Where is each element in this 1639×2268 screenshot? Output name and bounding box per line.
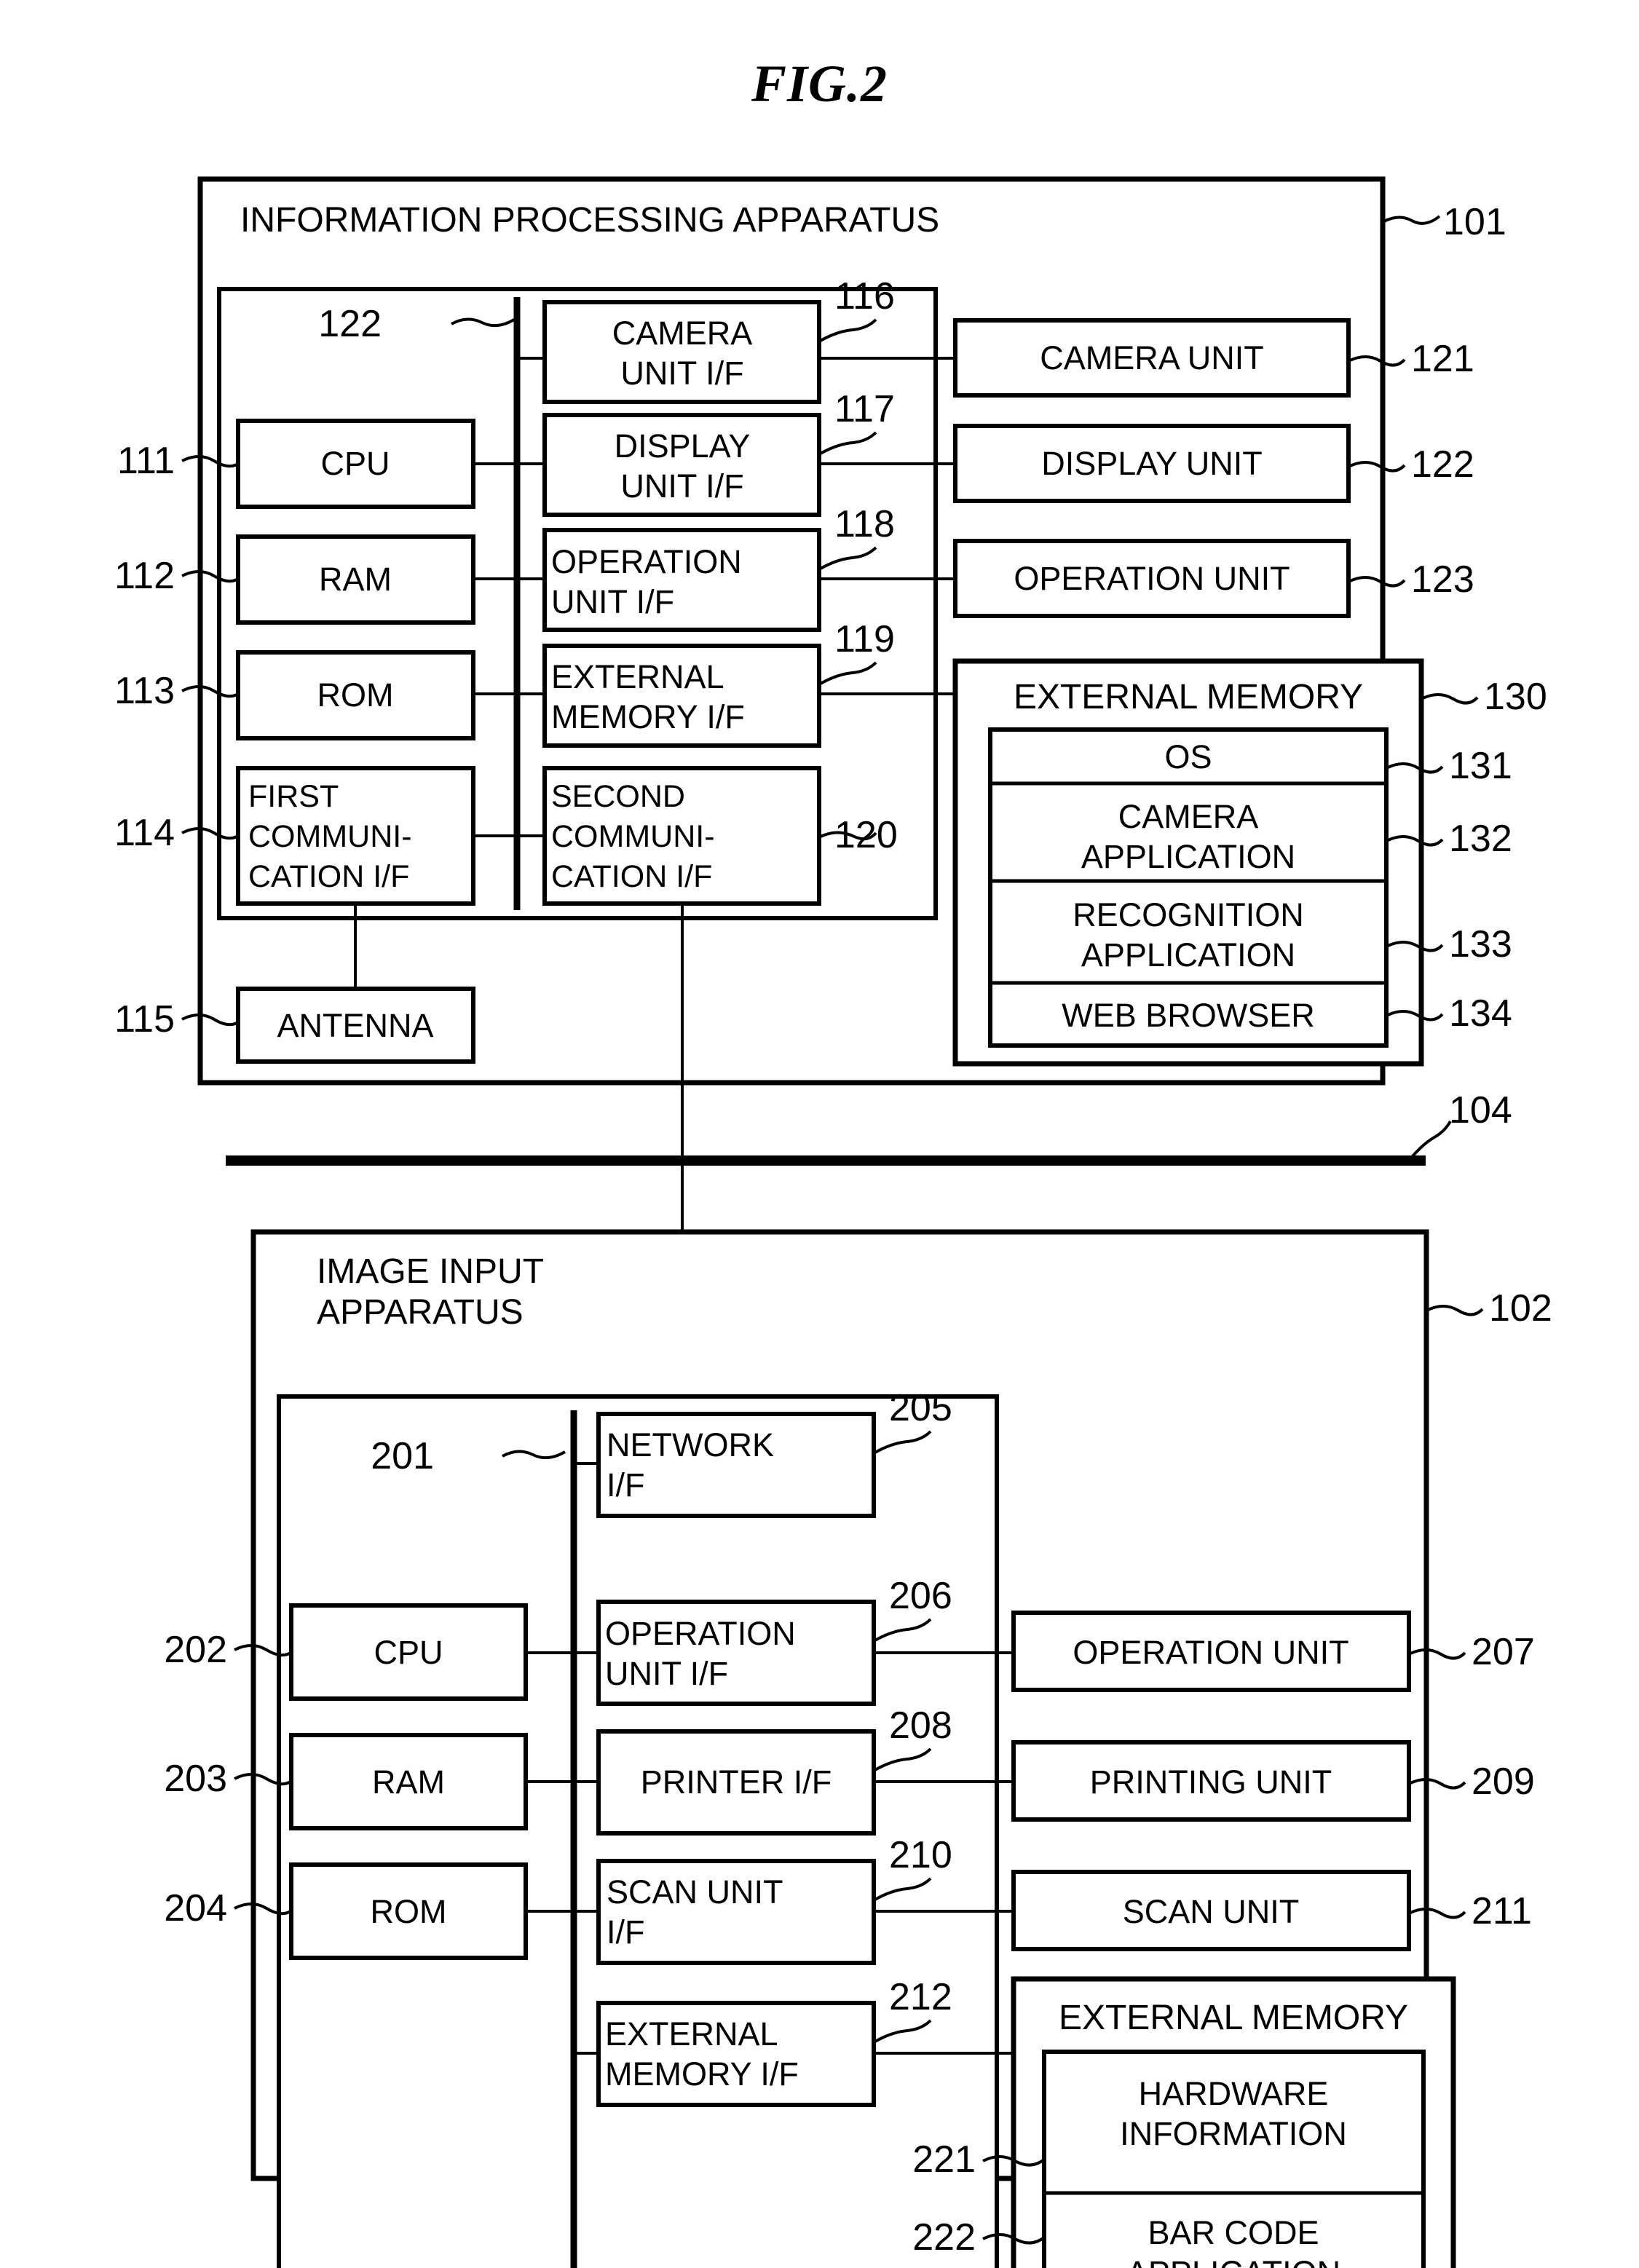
ref-leader-101 <box>1382 215 1441 225</box>
ref-label-210: 210 <box>889 1834 952 1876</box>
network-if-label-line2: I/F <box>607 1466 645 1504</box>
rom-label-204: ROM <box>371 1893 447 1930</box>
hardware-information-label-line2: INFORMATION <box>1120 2115 1347 2152</box>
ref-label-114: 114 <box>114 812 175 854</box>
operation-unit-label-123: OPERATION UNIT <box>1014 560 1290 597</box>
hardware-information-label-line1: HARDWARE <box>1139 2075 1329 2112</box>
camera-application-label-line2: APPLICATION <box>1081 838 1295 875</box>
ref-label-115: 115 <box>114 998 175 1040</box>
block-diagram: INFORMATION PROCESSING APPARATUS 101 122… <box>114 176 1552 2268</box>
web-browser-label-134: WEB BROWSER <box>1062 997 1315 1034</box>
ref-label-111: 111 <box>117 440 175 482</box>
printer-if-label-208: PRINTER I/F <box>641 1763 832 1801</box>
external-memory-if-label-line1-212: EXTERNAL <box>605 2015 778 2052</box>
camera-unit-if-label-line1: CAMERA <box>612 315 753 352</box>
rom-label-113: ROM <box>317 676 394 714</box>
antenna-label-115: ANTENNA <box>277 1007 433 1044</box>
first-communication-if-label-line1: FIRST <box>248 779 339 814</box>
os-label-131: OS <box>1164 738 1212 775</box>
information-processing-apparatus-title: INFORMATION PROCESSING APPARATUS <box>240 201 939 240</box>
image-input-apparatus-title-line1: IMAGE INPUT <box>317 1252 544 1291</box>
ref-label-204: 204 <box>164 1887 227 1929</box>
ref-label-221: 221 <box>912 2138 976 2181</box>
camera-unit-label-121: CAMERA UNIT <box>1040 339 1264 376</box>
operation-unit-if-label-line2: UNIT I/F <box>551 583 674 620</box>
ref-label-222: 222 <box>912 2216 976 2259</box>
second-communication-if-label-line3: CATION I/F <box>551 859 712 894</box>
operation-unit-if-label-line2-206: UNIT I/F <box>605 1655 728 1692</box>
display-unit-if-label-line2: UNIT I/F <box>620 467 743 505</box>
ref-label-102: 102 <box>1489 1287 1552 1329</box>
ref-leader-104 <box>1411 1120 1452 1158</box>
ref-label-131: 131 <box>1449 745 1512 787</box>
external-memory-if-label-line2-212: MEMORY I/F <box>605 2055 799 2093</box>
display-unit-label-122: DISPLAY UNIT <box>1041 445 1262 482</box>
ref-label-209: 209 <box>1472 1761 1535 1803</box>
ref-label-122-unit: 122 <box>1411 443 1474 486</box>
scan-unit-if-label-line1: SCAN UNIT <box>607 1873 783 1911</box>
ref-label-117: 117 <box>834 388 895 430</box>
cpu-label-111: CPU <box>320 445 390 482</box>
ref-leader-130 <box>1421 693 1479 705</box>
ref-label-133: 133 <box>1449 923 1512 965</box>
recognition-application-label-line1: RECOGNITION <box>1073 896 1304 933</box>
scan-unit-if-label-line2: I/F <box>607 1913 645 1951</box>
scan-unit-label-211: SCAN UNIT <box>1123 1893 1300 1930</box>
second-communication-if-label-line1: SECOND <box>551 779 685 814</box>
ref-label-207: 207 <box>1472 1631 1535 1673</box>
bar-code-application-label-line2: APPLICATION <box>1126 2254 1340 2268</box>
ref-label-119: 119 <box>834 618 895 660</box>
image-input-apparatus-title-line2: APPARATUS <box>317 1293 524 1332</box>
ref-label-bottom-bus: 201 <box>371 1435 434 1477</box>
external-memory-if-label-line2: MEMORY I/F <box>551 698 745 735</box>
operation-unit-if-label-line1: OPERATION <box>551 543 742 580</box>
camera-unit-if-label-line2: UNIT I/F <box>620 355 743 392</box>
ref-label-130: 130 <box>1484 676 1547 718</box>
ref-label-112: 112 <box>114 555 175 597</box>
ref-label-202: 202 <box>164 1629 227 1671</box>
ref-label-212: 212 <box>889 1976 952 2018</box>
external-memory-if-label-line1: EXTERNAL <box>551 658 724 695</box>
recognition-application-label-line2: APPLICATION <box>1081 936 1295 973</box>
display-unit-if-label-line1: DISPLAY <box>615 427 751 465</box>
ref-leader-102 <box>1426 1305 1484 1316</box>
operation-unit-if-label-line1-206: OPERATION <box>605 1615 796 1652</box>
ref-label-205: 205 <box>889 1387 952 1429</box>
external-memory-title-220: EXTERNAL MEMORY <box>1059 1999 1408 2037</box>
ref-label-116: 116 <box>834 275 895 317</box>
ram-label-203: RAM <box>372 1763 445 1801</box>
first-communication-if-label-line2: COMMUNI- <box>248 819 412 854</box>
ref-label-203: 203 <box>164 1758 227 1800</box>
ref-label-104: 104 <box>1449 1089 1512 1131</box>
ref-label-206: 206 <box>889 1575 952 1617</box>
ref-label-101: 101 <box>1443 201 1506 243</box>
ref-label-120: 120 <box>834 814 898 856</box>
printing-unit-label-209: PRINTING UNIT <box>1090 1763 1332 1801</box>
first-communication-if-label-line3: CATION I/F <box>248 859 409 894</box>
cpu-label-202: CPU <box>374 1634 443 1671</box>
ram-label-112: RAM <box>319 561 392 598</box>
patent-figure-page: FIG.2 INFORMATION PROCESSING APPARATUS 1… <box>0 0 1639 2268</box>
external-memory-title-130: EXTERNAL MEMORY <box>1014 678 1363 716</box>
bar-code-application-label-line1: BAR CODE <box>1148 2214 1319 2251</box>
second-communication-if-label-line2: COMMUNI- <box>551 819 715 854</box>
operation-unit-label-207: OPERATION UNIT <box>1073 1634 1348 1671</box>
ref-label-121: 121 <box>1411 338 1474 380</box>
ref-label-132: 132 <box>1449 818 1512 860</box>
network-if-label-line1: NETWORK <box>607 1426 774 1463</box>
ref-label-118: 118 <box>834 503 895 545</box>
camera-application-label-line1: CAMERA <box>1118 798 1259 835</box>
ref-label-134: 134 <box>1449 992 1512 1035</box>
ref-label-208: 208 <box>889 1704 952 1747</box>
ref-label-211: 211 <box>1472 1890 1532 1932</box>
ref-label-113: 113 <box>114 670 175 712</box>
ref-label-123: 123 <box>1411 558 1474 601</box>
ref-label-top-bus: 122 <box>318 303 382 345</box>
